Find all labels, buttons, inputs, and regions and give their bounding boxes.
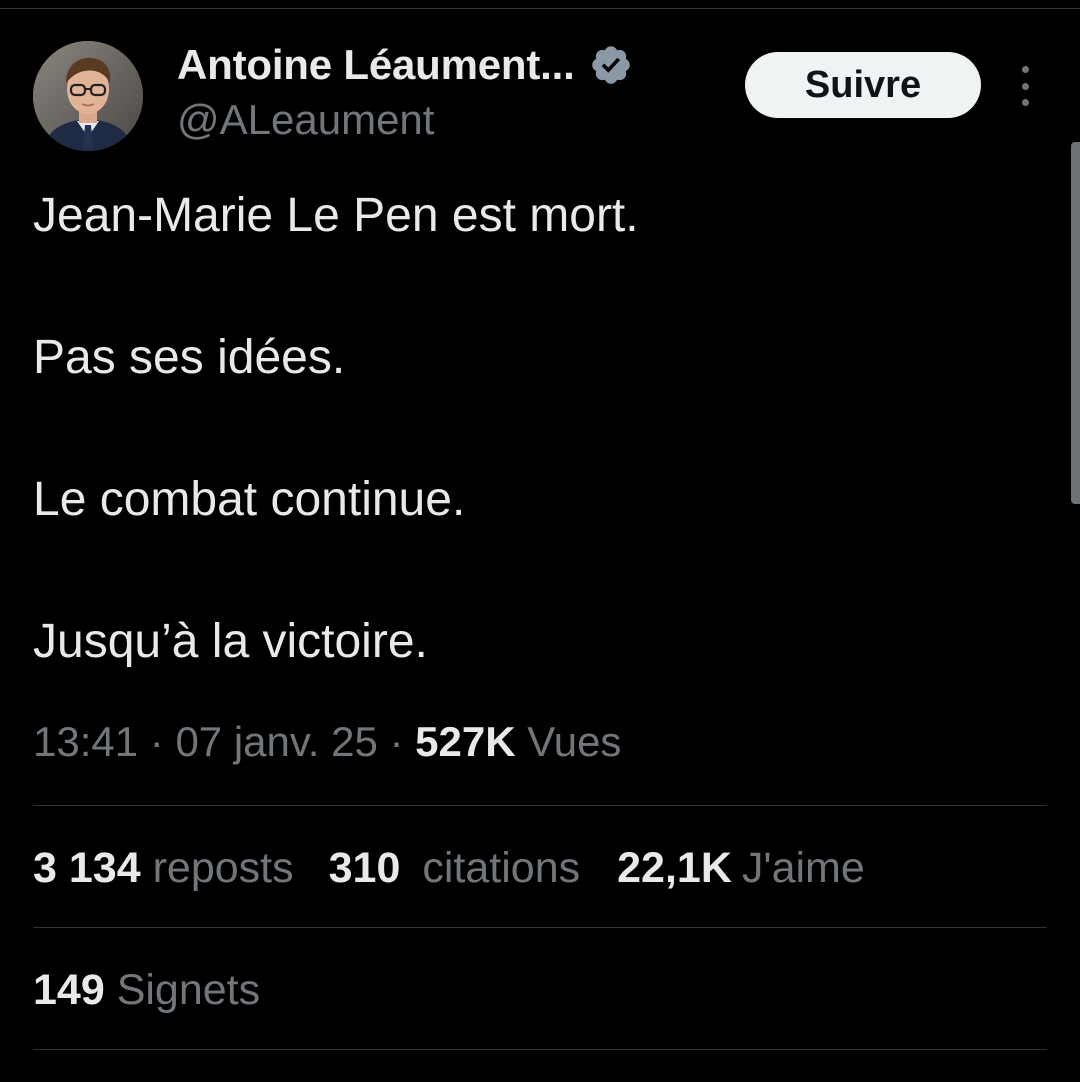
tweet-text-line: Le combat continue. — [33, 473, 466, 526]
tweet-text-line: Pas ses idées. — [33, 331, 346, 384]
divider — [33, 805, 1047, 806]
author-handle[interactable]: @ALeaument — [177, 96, 434, 144]
tweet-meta: 13:41 · 07 janv. 25 · 527K Vues — [33, 718, 621, 766]
likes-label: J'aime — [741, 844, 865, 892]
author-name-row[interactable]: Antoine Léaument... — [177, 40, 633, 90]
scrollbar[interactable] — [1071, 142, 1080, 504]
dot — [1021, 99, 1029, 106]
quotes-stat[interactable]: 310 citations — [329, 844, 581, 893]
likes-stat[interactable]: 22,1K J'aime — [617, 844, 865, 893]
quotes-label: citations — [422, 844, 581, 892]
bookmarks-label: Signets — [116, 966, 261, 1014]
views-label: Vues — [527, 718, 622, 765]
tweet-time[interactable]: 13:41 — [33, 718, 138, 765]
engagement-stats: 3 134 reposts 310 citations 22,1K J'aime — [33, 844, 865, 893]
likes-count: 22,1K — [617, 844, 732, 892]
meta-separator: · — [389, 718, 404, 765]
views-count: 527K — [415, 718, 516, 765]
author-display-name[interactable]: Antoine Léaument... — [177, 41, 575, 89]
tweet-text-line: Jean-Marie Le Pen est mort. — [33, 189, 639, 242]
verified-badge-icon — [591, 46, 630, 84]
dot — [1021, 82, 1029, 90]
reposts-count: 3 134 — [33, 844, 141, 892]
follow-button[interactable]: Suivre — [745, 52, 981, 118]
dot — [1021, 66, 1029, 73]
top-border — [0, 0, 1080, 9]
tweet-date[interactable]: 07 janv. 25 — [175, 718, 377, 765]
meta-separator: · — [149, 718, 164, 765]
avatar[interactable] — [33, 41, 143, 151]
quotes-count: 310 — [328, 844, 401, 892]
reposts-stat[interactable]: 3 134 reposts — [33, 844, 294, 893]
person-portrait-icon — [33, 41, 143, 151]
bookmarks-count: 149 — [33, 966, 105, 1014]
more-vertical-icon[interactable] — [1010, 66, 1040, 106]
divider — [33, 927, 1047, 928]
divider — [33, 1049, 1047, 1050]
reposts-label: reposts — [152, 844, 294, 892]
bookmarks-stat[interactable]: 149 Signets — [33, 966, 260, 1015]
tweet-text-line: Jusqu’à la victoire. — [33, 615, 428, 668]
